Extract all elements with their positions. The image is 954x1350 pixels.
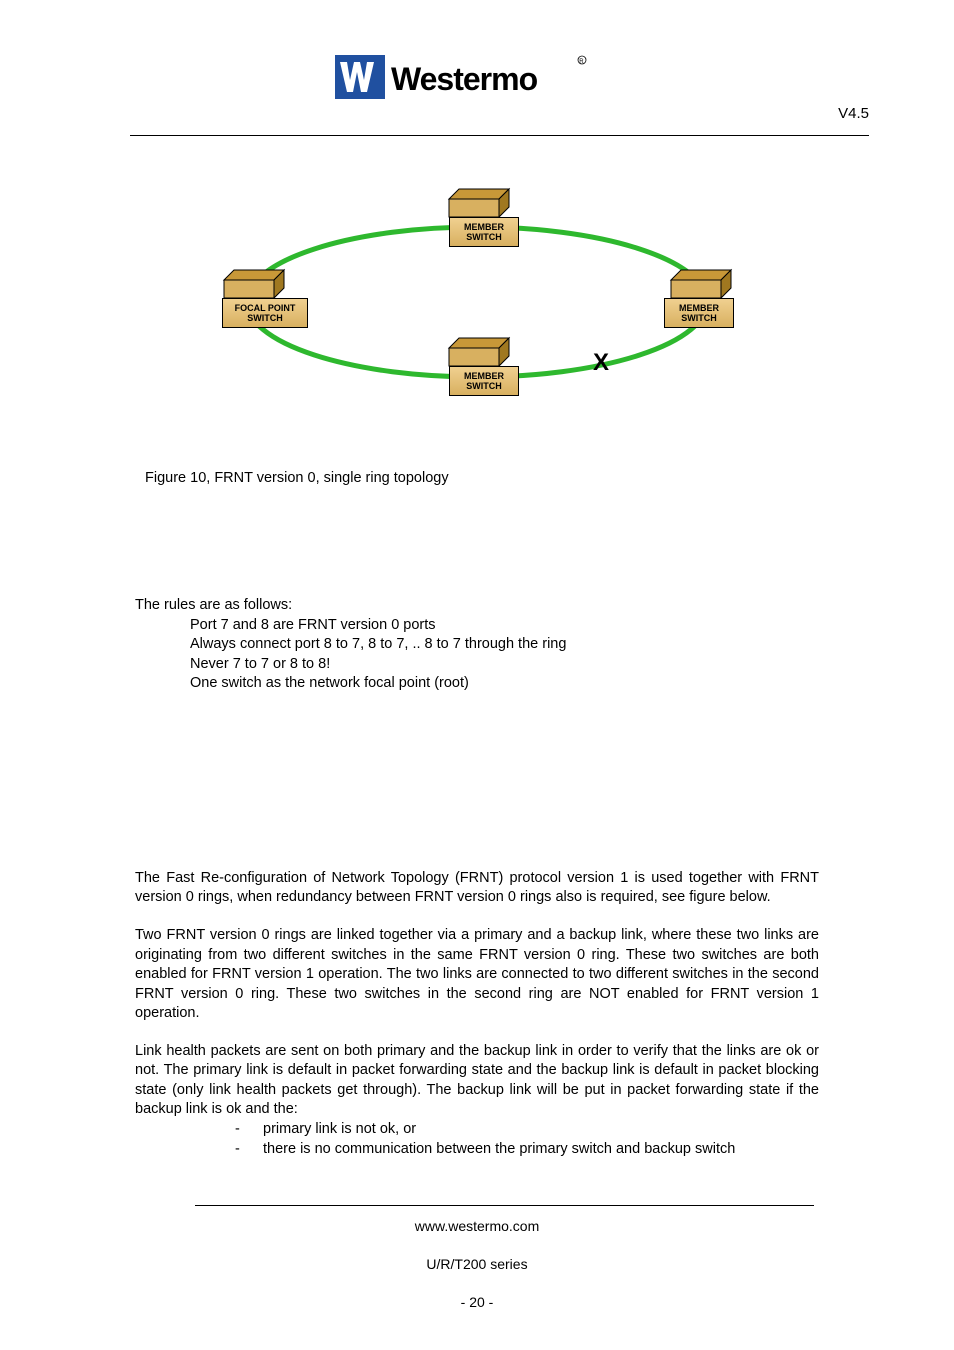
list-item-text: primary link is not ok, or: [263, 1120, 416, 1140]
member-switch-right-label: MEMBER SWITCH: [664, 298, 734, 328]
body-content: The rules are as follows: Port 7 and 8 a…: [135, 596, 819, 1159]
westermo-logo: Westermo R: [335, 50, 595, 110]
footer-divider: [195, 1205, 814, 1206]
backup-conditions-list: - primary link is not ok, or - there is …: [135, 1120, 819, 1159]
ring-topology-diagram: MEMBER SWITCH FOCAL POINT SWITCH MEMBER …: [212, 175, 742, 415]
focal-point-switch-label: FOCAL POINT SWITCH: [222, 298, 308, 328]
dash-icon: -: [235, 1140, 245, 1160]
list-item: - primary link is not ok, or: [235, 1120, 819, 1140]
page-header: Westermo R V4.5: [135, 60, 819, 140]
switch-label-line1: MEMBER: [673, 303, 725, 313]
dash-icon: -: [235, 1120, 245, 1140]
ring-break-mark: X: [593, 349, 609, 377]
page-number: - 20 -: [135, 1294, 819, 1310]
member-switch-top-label: MEMBER SWITCH: [449, 217, 519, 247]
svg-text:R: R: [579, 59, 584, 65]
switch-label-line2: SWITCH: [673, 313, 725, 323]
paragraph-link-health: Link health packets are sent on both pri…: [135, 1042, 819, 1120]
list-item-text: there is no communication between the pr…: [263, 1140, 735, 1160]
version-label: V4.5: [838, 105, 869, 122]
list-item: - there is no communication between the …: [235, 1140, 819, 1160]
member-switch-bottom-label: MEMBER SWITCH: [449, 366, 519, 396]
rule-item: Port 7 and 8 are FRNT version 0 ports: [190, 616, 819, 636]
figure-caption: Figure 10, FRNT version 0, single ring t…: [135, 470, 819, 486]
footer-series: U/R/T200 series: [135, 1256, 819, 1272]
rule-item: One switch as the network focal point (r…: [190, 674, 819, 694]
switch-label-line2: SWITCH: [458, 232, 510, 242]
switch-label-line1: FOCAL POINT: [231, 303, 299, 313]
rule-item: Never 7 to 7 or 8 to 8!: [190, 655, 819, 675]
switch-label-line2: SWITCH: [458, 381, 510, 391]
paragraph-frnt-v1-intro: The Fast Re-configuration of Network Top…: [135, 869, 819, 908]
switch-label-line1: MEMBER: [458, 371, 510, 381]
page-footer: www.westermo.com U/R/T200 series - 20 -: [135, 1213, 819, 1310]
footer-url: www.westermo.com: [135, 1218, 819, 1234]
svg-text:Westermo: Westermo: [391, 61, 538, 97]
rules-list: Port 7 and 8 are FRNT version 0 ports Al…: [135, 616, 819, 694]
rules-intro: The rules are as follows:: [135, 596, 819, 616]
header-divider: [130, 135, 869, 136]
switch-label-line1: MEMBER: [458, 222, 510, 232]
switch-label-line2: SWITCH: [231, 313, 299, 323]
paragraph-ring-linking: Two FRNT version 0 rings are linked toge…: [135, 926, 819, 1024]
rule-item: Always connect port 8 to 7, 8 to 7, .. 8…: [190, 635, 819, 655]
